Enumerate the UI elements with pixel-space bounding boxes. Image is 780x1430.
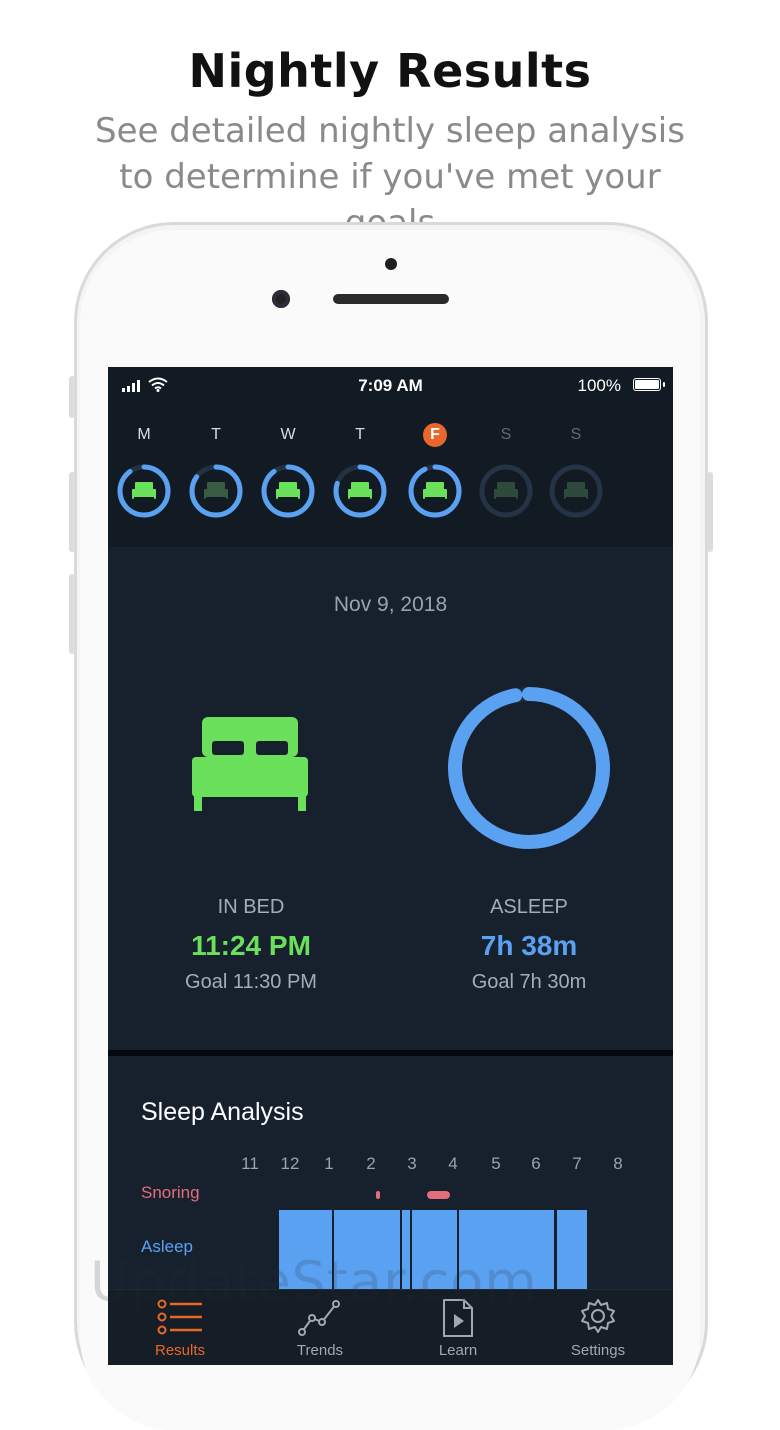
day-ring: [261, 464, 315, 518]
volume-down-button: [69, 574, 75, 654]
tab-trends-label: Trends: [296, 1342, 344, 1359]
hour-tick-label: 4: [448, 1154, 458, 1173]
nightly-summary: Nov 9, 2018 IN BED 11:24 PM Goal 11:30 P…: [108, 547, 673, 1050]
power-button: [707, 472, 713, 552]
hour-tick-label: 6: [531, 1154, 541, 1173]
app-screen: 7:09 AM 100% M T W T F S S Nov 9, 2018 IN BED …: [108, 367, 673, 1365]
day-ring: [189, 464, 243, 518]
promo-headline: Nightly Results: [188, 44, 592, 98]
day-label: W: [280, 426, 296, 443]
hour-tick-label: 7: [572, 1154, 582, 1173]
snoring-row-label: Snoring: [141, 1183, 200, 1202]
snore-event: [427, 1191, 450, 1199]
asleep-goal: Goal 7h 30m: [471, 971, 587, 993]
hour-tick-label: 5: [491, 1154, 501, 1173]
day-ring: [408, 464, 462, 518]
day-6[interactable]: S: [546, 423, 606, 518]
asleep-value: 7h 38m: [480, 930, 578, 961]
asleep-segment: [557, 1210, 587, 1290]
day-label: T: [355, 426, 365, 443]
bed-icon: [348, 482, 372, 499]
day-4[interactable]: F: [405, 423, 465, 518]
snore-event: [376, 1191, 380, 1199]
hour-tick-label: 1: [324, 1154, 334, 1173]
proximity-sensor: [385, 258, 397, 270]
bed-icon: [423, 482, 447, 499]
hour-tick-label: 2: [366, 1154, 376, 1173]
summary-date: Nov 9, 2018: [333, 593, 448, 616]
bed-icon: [132, 482, 156, 499]
in-bed-goal: Goal 11:30 PM: [185, 971, 317, 993]
hour-tick-label: 8: [613, 1154, 623, 1173]
hour-tick-label: 12: [280, 1154, 300, 1173]
battery-icon: [633, 378, 665, 391]
tab-results-label: Results: [154, 1342, 206, 1359]
day-3[interactable]: T: [330, 423, 390, 518]
day-label: S: [570, 426, 582, 443]
day-ring: [117, 464, 171, 518]
day-ring: [479, 464, 533, 518]
battery-percent: 100%: [577, 376, 621, 395]
day-5[interactable]: S: [476, 423, 536, 518]
tab-settings-label: Settings: [570, 1342, 626, 1359]
volume-up-button: [69, 472, 75, 552]
day-0[interactable]: M: [114, 423, 174, 518]
asleep-label: ASLEEP: [490, 896, 568, 918]
bed-icon: [192, 717, 308, 811]
earpiece-speaker: [333, 294, 449, 304]
week-strip: MTWTFSS: [108, 423, 673, 543]
tab-settings[interactable]: Settings: [543, 1298, 653, 1359]
tab-learn-label: Learn: [438, 1342, 478, 1359]
mute-switch: [69, 376, 75, 418]
bed-icon: [494, 482, 518, 499]
day-label: S: [500, 426, 512, 443]
day-ring: [333, 464, 387, 518]
settings-gear-icon: [581, 1299, 615, 1333]
hour-tick-label: 11: [241, 1154, 259, 1173]
day-ring: [549, 464, 603, 518]
front-camera: [272, 290, 290, 308]
bed-icon: [276, 482, 300, 499]
watermark: UpdateStar.com: [90, 1250, 538, 1313]
sleep-analysis-title: Sleep Analysis: [141, 1098, 304, 1126]
bed-icon: [204, 482, 228, 499]
day-label: F: [423, 423, 447, 447]
hour-tick-label: 3: [407, 1154, 417, 1173]
day-2[interactable]: W: [258, 423, 318, 518]
bed-icon: [564, 482, 588, 499]
asleep-progress-ring: [448, 687, 610, 849]
day-1[interactable]: T: [186, 423, 246, 518]
in-bed-value: 11:24 PM: [191, 930, 311, 961]
status-bar: 7:09 AM 100%: [108, 367, 673, 403]
in-bed-label: IN BED: [217, 896, 285, 918]
day-label: T: [211, 426, 221, 443]
day-label: M: [137, 426, 151, 443]
